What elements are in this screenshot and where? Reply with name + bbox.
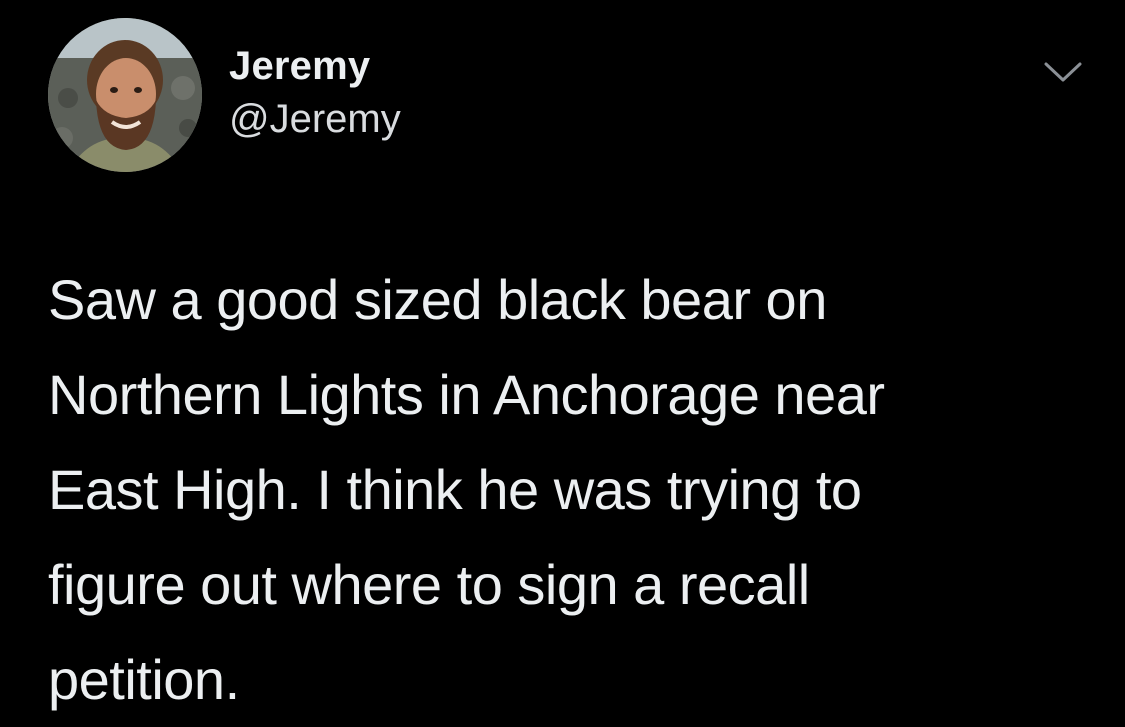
chevron-down-icon-svg <box>1044 62 1082 82</box>
user-handle[interactable]: @Jeremy <box>229 95 401 143</box>
tweet-card: Jeremy @Jeremy Saw a good sized black be… <box>0 0 1125 711</box>
avatar[interactable] <box>48 18 202 172</box>
tweet-text: Saw a good sized black bear on Northern … <box>48 268 885 711</box>
chevron-down-icon[interactable] <box>1042 58 1084 86</box>
display-name[interactable]: Jeremy <box>229 42 370 90</box>
avatar-image <box>48 18 202 172</box>
